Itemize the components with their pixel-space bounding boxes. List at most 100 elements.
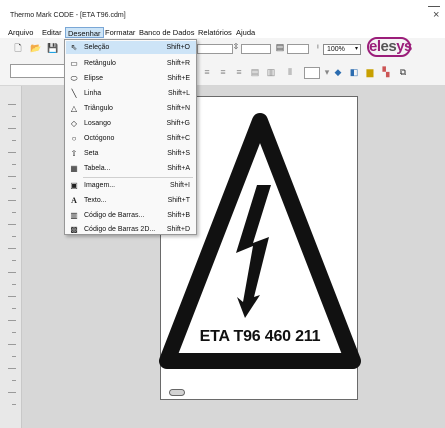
ruler-tick xyxy=(12,116,16,117)
menu-banco-de-dados[interactable]: Banco de Dados xyxy=(137,27,196,38)
menu-arquivo[interactable]: Arquivo xyxy=(6,27,35,38)
menu-item-codigo-de-barras[interactable]: ▥ Código de Barras... Shift+B xyxy=(66,209,196,222)
open-folder-icon[interactable]: 📂 xyxy=(30,43,41,53)
pointer-icon: ⇖ xyxy=(70,43,78,52)
menu-item-selecao[interactable]: ⇖ Seleção Shift+O xyxy=(66,41,196,54)
zoom-select[interactable]: 100% ▾ xyxy=(323,44,361,55)
close-icon[interactable]: × xyxy=(433,9,439,21)
menu-item-octogono[interactable]: ○ Octógono Shift+C xyxy=(66,132,196,145)
menu-formatar[interactable]: Formatar xyxy=(103,27,137,38)
menu-item-losango[interactable]: ◇ Losango Shift+G xyxy=(66,117,196,130)
toolbar-field-3[interactable] xyxy=(287,44,309,54)
menu-item-shortcut: Shift+I xyxy=(169,182,190,189)
diamond-icon: ◇ xyxy=(70,119,78,128)
dropdown-icon[interactable]: ▾ xyxy=(322,67,332,77)
line-style-select[interactable] xyxy=(304,67,320,79)
align-center-icon[interactable]: ≡ xyxy=(218,67,228,77)
menu-item-label: Imagem... xyxy=(84,182,116,189)
ruler-tick xyxy=(12,284,16,285)
menu-item-shortcut: Shift+E xyxy=(167,75,190,82)
ruler-tick xyxy=(12,332,16,333)
menu-item-texto[interactable]: A Texto... Shift+T xyxy=(66,194,196,207)
menu-relatorios[interactable]: Relatórios xyxy=(196,27,234,38)
menu-item-retangulo[interactable]: ▭ Retângulo Shift+R xyxy=(66,57,196,70)
menu-item-label: Triângulo xyxy=(84,105,113,112)
elesys-logo: elesys xyxy=(367,37,412,57)
toolbar-field-2[interactable] xyxy=(241,44,271,54)
justify-icon[interactable]: ▤ xyxy=(250,67,260,77)
title-bar: Thermo Mark CODE - [ETA T96.cdm] × xyxy=(0,0,445,26)
layer-icon[interactable]: ◧ xyxy=(349,67,359,77)
ruler-tick xyxy=(8,176,16,177)
triangle-icon: △ xyxy=(70,104,78,113)
ruler-tick xyxy=(12,404,16,405)
ruler-tick xyxy=(8,272,16,273)
ungroup-icon[interactable]: ⧉ xyxy=(398,67,408,77)
align-top-icon[interactable]: ▤ xyxy=(275,42,285,52)
menu-item-label: Octógono xyxy=(84,135,115,142)
ruler-tick xyxy=(8,200,16,201)
octagon-icon: ○ xyxy=(71,134,77,143)
qrcode-icon: ▩ xyxy=(70,225,78,234)
menu-item-imagem[interactable]: ▣ Imagem... Shift+I xyxy=(66,179,196,192)
menu-item-shortcut: Shift+G xyxy=(166,120,190,127)
menu-item-linha[interactable]: ╲ Linha Shift+L xyxy=(66,87,196,100)
new-file-icon[interactable]: 🗋 xyxy=(13,43,23,53)
menu-item-shortcut: Shift+T xyxy=(167,197,190,204)
ruler-tick xyxy=(8,104,16,105)
menu-item-label: Código de Barras... xyxy=(84,212,145,219)
window-title: Thermo Mark CODE - [ETA T96.cdm] xyxy=(10,12,126,19)
ruler-tick xyxy=(8,248,16,249)
ruler-tick xyxy=(12,308,16,309)
table-icon: ▦ xyxy=(70,164,78,173)
small-rounded-shape[interactable] xyxy=(169,389,185,396)
paste-icon[interactable]: ▆ xyxy=(365,67,375,77)
menu-separator xyxy=(83,177,193,178)
font-name-input[interactable] xyxy=(10,64,68,78)
menu-item-triangulo[interactable]: △ Triângulo Shift+N xyxy=(66,102,196,115)
menu-item-shortcut: Shift+S xyxy=(167,150,190,157)
menu-item-seta[interactable]: ⇧ Seta Shift+S xyxy=(66,147,196,160)
align-right-icon[interactable]: ≡ xyxy=(234,67,244,77)
menu-item-label: Elipse xyxy=(84,75,104,82)
menu-ajuda[interactable]: Ajuda xyxy=(234,27,257,38)
ruler-tick xyxy=(8,368,16,369)
lightning-bolt-icon[interactable] xyxy=(236,185,271,318)
logo-el: el xyxy=(369,38,381,55)
ruler-tick xyxy=(8,296,16,297)
menu-item-elipse[interactable]: ⬭ Elipse Shift+E xyxy=(66,72,196,85)
distribute-icon[interactable]: ▥ xyxy=(266,67,276,77)
ruler-tick xyxy=(12,236,16,237)
toolbar-field-1[interactable] xyxy=(197,44,233,54)
menu-editar[interactable]: Editar xyxy=(40,27,64,38)
group-icon[interactable]: ▚ xyxy=(381,67,391,77)
ruler-tick xyxy=(12,356,16,357)
align-vertical-icon[interactable]: ⇳ xyxy=(231,42,241,52)
menu-item-codigo-de-barras-2d[interactable]: ▩ Código de Barras 2D... Shift+D xyxy=(66,223,196,236)
menu-item-label: Código de Barras 2D... xyxy=(84,226,156,233)
align-left-icon[interactable]: ≡ xyxy=(202,67,212,77)
chevron-down-icon: ▾ xyxy=(354,46,358,52)
menu-item-shortcut: Shift+D xyxy=(166,226,190,233)
menu-desenhar[interactable]: Desenhar xyxy=(65,27,104,38)
save-icon[interactable]: 💾 xyxy=(47,43,58,53)
ruler-tick xyxy=(8,392,16,393)
ruler-tick xyxy=(8,320,16,321)
zoom-value: 100% xyxy=(327,46,345,53)
menu-item-label: Retângulo xyxy=(84,60,116,67)
fill-color-icon[interactable]: ◆ xyxy=(333,67,343,77)
ruler-tick xyxy=(12,164,16,165)
menu-item-shortcut: Shift+B xyxy=(167,212,190,219)
line-icon: ╲ xyxy=(71,89,77,98)
logo-es: es xyxy=(380,38,397,55)
spacing-icon[interactable]: ⫴ xyxy=(285,67,295,77)
pin-icon[interactable]: ᵎ xyxy=(313,42,323,52)
image-icon: ▣ xyxy=(70,181,78,190)
menu-item-shortcut: Shift+N xyxy=(166,105,190,112)
menu-item-tabela[interactable]: ▦ Tabela... Shift+A xyxy=(66,162,196,175)
menu-item-shortcut: Shift+L xyxy=(168,90,190,97)
menu-item-label: Texto... xyxy=(84,197,107,204)
label-code-text[interactable]: ETA T96 460 211 xyxy=(185,328,335,346)
menu-item-shortcut: Shift+C xyxy=(166,135,190,142)
ruler-tick xyxy=(8,128,16,129)
